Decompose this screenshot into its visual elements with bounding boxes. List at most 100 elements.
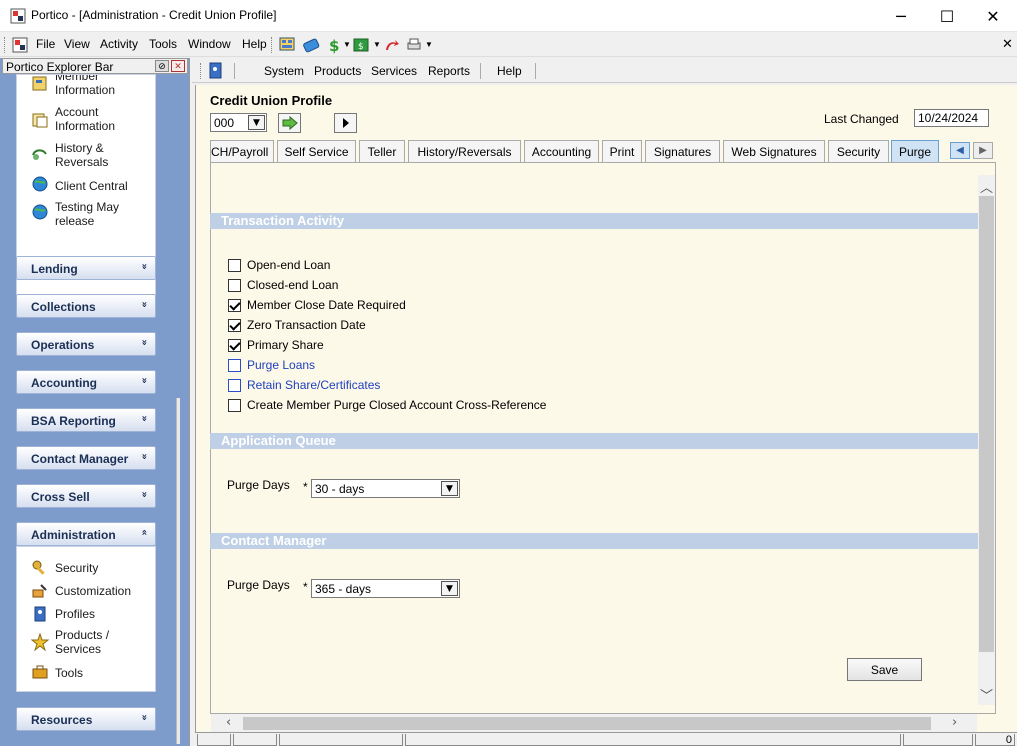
- scroll-down-icon[interactable]: ﹀: [980, 685, 993, 704]
- tab-print[interactable]: Print: [602, 140, 642, 162]
- tab-signatures[interactable]: Signatures: [645, 140, 720, 162]
- option-create-member-purge-xref[interactable]: Create Member Purge Closed Account Cross…: [228, 397, 546, 413]
- maximize-button[interactable]: ☐: [924, 0, 970, 32]
- printer-tool-icon[interactable]: [405, 36, 423, 54]
- section-collections[interactable]: Collections »: [16, 294, 156, 318]
- printer-dropdown-icon[interactable]: ▼: [425, 40, 433, 49]
- tab-scroll-right-icon[interactable]: ▶: [973, 142, 993, 159]
- nav-history-reversals[interactable]: History & Reversals: [55, 141, 108, 169]
- checkbox-checked[interactable]: [228, 298, 241, 312]
- explorer-scrollbar[interactable]: [176, 398, 180, 744]
- option-purge-loans[interactable]: Purge Loans: [228, 357, 315, 373]
- vertical-scroll-thumb[interactable]: [979, 196, 994, 652]
- checkbox[interactable]: [228, 398, 241, 412]
- menu-divider: [480, 63, 481, 79]
- section-accounting[interactable]: Accounting »: [16, 370, 156, 394]
- scroll-up-icon[interactable]: ︿: [980, 177, 993, 196]
- menu-activity[interactable]: Activity: [100, 37, 138, 51]
- grid-tool-icon[interactable]: [278, 36, 296, 54]
- option-open-end-loan[interactable]: Open-end Loan: [228, 257, 330, 273]
- next-button[interactable]: [334, 113, 357, 133]
- scroll-right-icon[interactable]: ›: [952, 715, 957, 730]
- menu-system[interactable]: System: [264, 64, 304, 78]
- checkbox[interactable]: [228, 358, 241, 372]
- go-button[interactable]: [278, 113, 301, 133]
- dollar-tool-icon[interactable]: $: [325, 36, 343, 54]
- tab-scroll-left-icon[interactable]: ◀: [950, 142, 970, 159]
- security-keys-icon: [32, 560, 45, 575]
- application-queue-header: Application Queue: [210, 433, 978, 449]
- checkbox-checked[interactable]: [228, 338, 241, 352]
- horizontal-scroll-thumb[interactable]: [243, 717, 931, 730]
- chevron-down-icon: »: [138, 339, 150, 346]
- menu-file[interactable]: File: [36, 37, 55, 51]
- section-administration[interactable]: Administration «: [16, 522, 156, 546]
- checkbox-checked[interactable]: [228, 318, 241, 332]
- credit-union-select[interactable]: 000 ▼: [210, 113, 267, 132]
- chevron-down-icon: »: [138, 301, 150, 308]
- chevron-down-icon: ▼: [248, 115, 265, 130]
- cash-register-tool-icon[interactable]: $: [352, 36, 370, 54]
- nav-member-information[interactable]: Member Information: [55, 75, 115, 97]
- section-contact-manager[interactable]: Contact Manager »: [16, 446, 156, 470]
- section-cross-sell[interactable]: Cross Sell »: [16, 484, 156, 508]
- minimize-button[interactable]: ─: [878, 0, 924, 32]
- menu-services[interactable]: Services: [371, 64, 417, 78]
- option-retain-share-certificates[interactable]: Retain Share/Certificates: [228, 377, 380, 393]
- dollar-dropdown-icon[interactable]: ▼: [343, 40, 351, 49]
- scroll-left-icon[interactable]: ‹: [226, 715, 231, 730]
- menu-window[interactable]: Window: [188, 37, 231, 51]
- option-closed-end-loan[interactable]: Closed-end Loan: [228, 277, 338, 293]
- nav-client-central[interactable]: Client Central: [55, 179, 128, 193]
- status-bar: 0: [195, 732, 1017, 746]
- pin-icon[interactable]: ⊘: [155, 60, 169, 72]
- checkbox[interactable]: [228, 258, 241, 272]
- option-zero-transaction-date[interactable]: Zero Transaction Date: [228, 317, 366, 333]
- app-queue-purge-days-select[interactable]: 30 - days ▼: [311, 479, 460, 498]
- nav-profiles[interactable]: Profiles: [55, 607, 95, 621]
- menu-divider: [234, 63, 235, 79]
- menu-products[interactable]: Products: [314, 64, 361, 78]
- tab-history-reversals[interactable]: History/Reversals: [408, 140, 521, 162]
- section-bsa-reporting[interactable]: BSA Reporting »: [16, 408, 156, 432]
- section-resources[interactable]: Resources »: [16, 707, 156, 731]
- tab-security[interactable]: Security: [828, 140, 889, 162]
- save-button[interactable]: Save: [847, 658, 922, 681]
- explorer-bar-header: Portico Explorer Bar ⊘ ✕: [2, 58, 188, 74]
- menu-help-2[interactable]: Help: [497, 64, 522, 78]
- client-central-globe-icon: [32, 176, 48, 192]
- mdi-close-icon[interactable]: ✕: [1002, 37, 1013, 52]
- nav-account-information[interactable]: Account Information: [55, 105, 115, 133]
- checkbox[interactable]: [228, 378, 241, 392]
- menu-reports[interactable]: Reports: [428, 64, 470, 78]
- option-primary-share[interactable]: Primary Share: [228, 337, 324, 353]
- menu-view[interactable]: View: [64, 37, 90, 51]
- tab-ach-payroll[interactable]: CH/Payroll: [210, 140, 274, 162]
- nav-testing-may-release[interactable]: Testing May release: [55, 200, 119, 228]
- explorer-close-icon[interactable]: ✕: [171, 60, 185, 72]
- checkbox[interactable]: [228, 278, 241, 292]
- tab-accounting[interactable]: Accounting: [524, 140, 599, 162]
- tab-teller[interactable]: Teller: [359, 140, 405, 162]
- status-cell: [279, 734, 403, 746]
- close-button[interactable]: ✕: [970, 0, 1016, 32]
- tab-purge[interactable]: Purge: [891, 140, 939, 162]
- nav-security[interactable]: Security: [55, 561, 98, 575]
- tab-web-signatures[interactable]: Web Signatures: [723, 140, 825, 162]
- customization-tools-icon: [32, 584, 47, 598]
- menu-help[interactable]: Help: [242, 37, 267, 51]
- register-dropdown-icon[interactable]: ▼: [373, 40, 381, 49]
- nav-tools[interactable]: Tools: [55, 666, 83, 680]
- nav-customization[interactable]: Customization: [55, 584, 131, 598]
- redo-arrow-icon[interactable]: [383, 36, 401, 54]
- option-member-close-date-required[interactable]: Member Close Date Required: [228, 297, 406, 313]
- section-operations[interactable]: Operations »: [16, 332, 156, 356]
- contact-manager-purge-days-select[interactable]: 365 - days ▼: [311, 579, 460, 598]
- nav-products-services[interactable]: Products / Services: [55, 628, 109, 656]
- svg-text:$: $: [329, 37, 339, 54]
- card-tool-icon[interactable]: [302, 36, 320, 54]
- menu-tools[interactable]: Tools: [149, 37, 177, 51]
- section-lending[interactable]: Lending »: [16, 256, 156, 280]
- tab-self-service[interactable]: Self Service: [277, 140, 356, 162]
- chevron-up-icon: «: [138, 529, 150, 536]
